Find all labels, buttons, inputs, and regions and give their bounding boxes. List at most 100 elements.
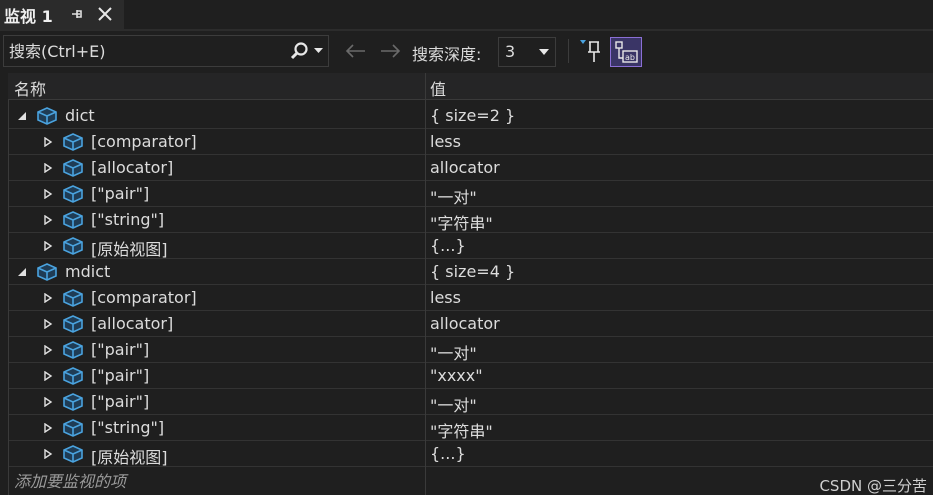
- table-row[interactable]: ["pair"] "一对": [9, 181, 933, 207]
- row-name: ["pair"]: [91, 366, 150, 385]
- object-cube-icon: [63, 185, 83, 203]
- add-watch-placeholder: 添加要监视的项: [14, 472, 127, 491]
- collapsed-triangle-icon[interactable]: [43, 423, 53, 433]
- column-header-value[interactable]: 值: [430, 76, 446, 100]
- grid-header: 名称 值: [8, 73, 933, 100]
- collapsed-triangle-icon[interactable]: [43, 449, 53, 459]
- collapsed-triangle-icon[interactable]: [43, 241, 53, 251]
- svg-text:ab: ab: [625, 53, 635, 62]
- table-row[interactable]: [原始视图] {...}: [9, 233, 933, 259]
- collapsed-triangle-icon[interactable]: [43, 345, 53, 355]
- toolbar: 搜索深度: 3 ab: [0, 31, 933, 71]
- row-name: dict: [65, 106, 95, 125]
- search-button[interactable]: [286, 37, 328, 65]
- row-name: ["pair"]: [91, 184, 150, 203]
- row-value[interactable]: "字符串": [430, 418, 493, 442]
- row-value[interactable]: less: [430, 288, 461, 307]
- arrow-right-icon[interactable]: [380, 43, 402, 59]
- row-name: ["string"]: [91, 418, 165, 437]
- row-value[interactable]: "一对": [430, 340, 477, 364]
- arrow-left-icon[interactable]: [344, 43, 366, 59]
- table-row[interactable]: [comparator] less: [9, 285, 933, 311]
- search-input[interactable]: [4, 36, 286, 66]
- row-value[interactable]: "一对": [430, 392, 477, 416]
- collapsed-triangle-icon[interactable]: [43, 215, 53, 225]
- row-value[interactable]: allocator: [430, 314, 500, 333]
- row-name: mdict: [65, 262, 111, 281]
- hex-display-button[interactable]: ab: [610, 37, 642, 67]
- table-row[interactable]: ["pair"] "xxxx": [9, 363, 933, 389]
- tab-watch-1[interactable]: 监视 1: [0, 0, 124, 29]
- object-cube-icon: [63, 367, 83, 385]
- toolbar-separator: [568, 39, 569, 63]
- object-cube-icon: [63, 159, 83, 177]
- row-name: ["string"]: [91, 210, 165, 229]
- row-value[interactable]: { size=4 }: [430, 262, 515, 281]
- watch-grid: 名称 值 dict { size=2 } [comparator] less [allo…: [0, 73, 933, 495]
- row-value[interactable]: less: [430, 132, 461, 151]
- object-cube-icon: [37, 107, 57, 125]
- watch-window: 监视 1 搜索(Ctrl+E) 搜索深度: 3 ab 名称 值 dict {s…: [0, 0, 933, 495]
- expanded-triangle-icon[interactable]: [17, 111, 27, 121]
- column-header-name[interactable]: 名称: [14, 76, 46, 100]
- chevron-down-icon: [539, 49, 549, 55]
- tab-strip: 监视 1: [0, 0, 933, 31]
- collapsed-triangle-icon[interactable]: [43, 319, 53, 329]
- table-row[interactable]: ["pair"] "一对": [9, 389, 933, 415]
- row-name: [原始视图]: [91, 240, 168, 259]
- object-cube-icon: [63, 419, 83, 437]
- hex-display-icon: ab: [615, 41, 638, 63]
- object-cube-icon: [37, 263, 57, 281]
- row-name: [comparator]: [91, 288, 197, 307]
- object-cube-icon: [63, 341, 83, 359]
- table-row[interactable]: dict { size=2 }: [9, 103, 933, 129]
- collapsed-triangle-icon[interactable]: [43, 163, 53, 173]
- tab-title: 监视 1: [4, 6, 53, 26]
- row-value[interactable]: {...}: [430, 236, 466, 255]
- collapsed-triangle-icon[interactable]: [43, 293, 53, 303]
- search-box[interactable]: [3, 35, 329, 67]
- search-depth-select[interactable]: 3: [498, 37, 556, 67]
- close-icon[interactable]: [96, 5, 114, 23]
- collapsed-triangle-icon[interactable]: [43, 371, 53, 381]
- object-cube-icon: [63, 315, 83, 333]
- object-cube-icon: [63, 445, 83, 463]
- chevron-down-icon: [314, 48, 323, 53]
- watermark: CSDN @三分苦: [819, 477, 927, 495]
- expanded-triangle-icon[interactable]: [17, 267, 27, 277]
- row-name: [comparator]: [91, 132, 197, 151]
- object-cube-icon: [63, 393, 83, 411]
- pin-icon[interactable]: [68, 6, 84, 22]
- search-depth-label: 搜索深度:: [412, 45, 482, 64]
- table-row[interactable]: mdict { size=4 }: [9, 259, 933, 285]
- row-name: [allocator]: [91, 314, 174, 333]
- row-name: ["pair"]: [91, 340, 150, 359]
- table-row[interactable]: [allocator] allocator: [9, 311, 933, 337]
- collapsed-triangle-icon[interactable]: [43, 189, 53, 199]
- object-cube-icon: [63, 133, 83, 151]
- row-value[interactable]: "xxxx": [430, 366, 483, 385]
- row-value[interactable]: "字符串": [430, 210, 493, 234]
- row-value[interactable]: allocator: [430, 158, 500, 177]
- pin-to-source-icon[interactable]: [578, 37, 604, 65]
- search-icon: [290, 42, 308, 60]
- collapsed-triangle-icon[interactable]: [43, 397, 53, 407]
- table-row[interactable]: ["string"] "字符串": [9, 207, 933, 233]
- search-depth-value: 3: [505, 42, 516, 61]
- collapsed-triangle-icon[interactable]: [43, 137, 53, 147]
- row-name: [allocator]: [91, 158, 174, 177]
- table-row[interactable]: [原始视图] {...}: [9, 441, 933, 467]
- table-row[interactable]: [comparator] less: [9, 129, 933, 155]
- table-row[interactable]: ["pair"] "一对": [9, 337, 933, 363]
- object-cube-icon: [63, 289, 83, 307]
- table-row[interactable]: ["string"] "字符串": [9, 415, 933, 441]
- table-row[interactable]: [allocator] allocator: [9, 155, 933, 181]
- row-value[interactable]: { size=2 }: [430, 106, 515, 125]
- object-cube-icon: [63, 211, 83, 229]
- object-cube-icon: [63, 237, 83, 255]
- add-watch-row[interactable]: 添加要监视的项: [9, 465, 933, 491]
- row-value[interactable]: "一对": [430, 184, 477, 208]
- column-divider[interactable]: [425, 73, 426, 495]
- row-name: ["pair"]: [91, 392, 150, 411]
- row-value[interactable]: {...}: [430, 444, 466, 463]
